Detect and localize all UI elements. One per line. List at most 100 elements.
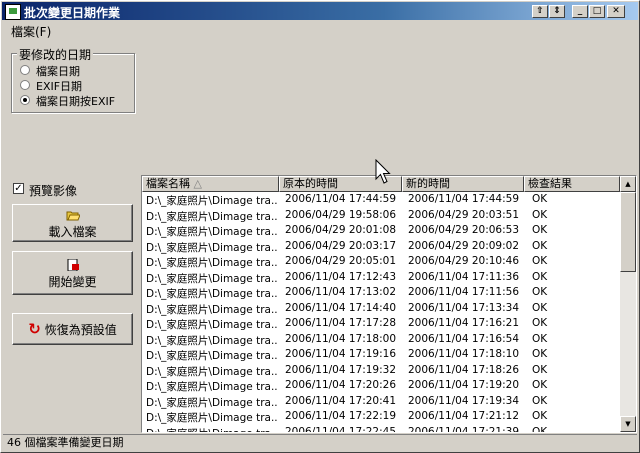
cell-new-time: 2006/11/04 17:18:10 [408, 348, 520, 360]
cell-check-result: OK [532, 301, 548, 314]
table-row[interactable]: D:\_家庭照片\Dimage tra... 2006/11/04 17:17:2… [142, 316, 620, 332]
cell-original-time: 2006/11/04 17:14:40 [285, 301, 397, 314]
table-row[interactable]: D:\_家庭照片\Dimage tra... 2006/11/04 17:14:4… [142, 301, 620, 317]
table-row[interactable]: D:\_家庭照片\Dimage tra... 2006/11/04 17:22:4… [142, 425, 620, 433]
cell-filename: D:\_家庭照片\Dimage tra... [146, 303, 278, 316]
table-row[interactable]: D:\_家庭照片\Dimage tra... 2006/11/04 17:44:5… [142, 192, 620, 208]
table-body: D:\_家庭照片\Dimage tra... 2006/11/04 17:44:5… [142, 192, 620, 433]
vertical-scrollbar[interactable]: ▲ ▼ [620, 176, 636, 432]
cell-check-result: OK [532, 332, 548, 345]
column-header-filename[interactable]: 檔案名稱 △ [142, 176, 279, 192]
table-row[interactable]: D:\_家庭照片\Dimage tra... 2006/11/04 17:18:0… [142, 332, 620, 348]
cell-filename: D:\_家庭照片\Dimage tra... [146, 426, 278, 433]
checkbox-box[interactable]: ✓ [13, 183, 24, 194]
cell-original-time: 2006/11/04 17:19:32 [285, 363, 397, 376]
menu-file[interactable]: 檔案(F) [3, 22, 59, 41]
cell-new-time: 2006/11/04 17:19:20 [408, 379, 520, 391]
table-row[interactable]: D:\_家庭照片\Dimage tra... 2006/04/29 20:03:1… [142, 239, 620, 255]
cell-original-time: 2006/11/04 17:17:28 [285, 317, 397, 329]
table-row[interactable]: D:\_家庭照片\Dimage tra... 2006/11/04 17:22:1… [142, 409, 620, 425]
close-button[interactable]: ✕ [607, 5, 625, 18]
start-change-button[interactable]: 開始變更 [12, 251, 133, 295]
header-label: 原本的時間 [283, 177, 338, 190]
cell-new-time: 2006/04/29 20:06:53 [408, 224, 520, 236]
cell-check-result: OK [532, 410, 548, 422]
cell-filename: D:\_家庭照片\Dimage tra... [146, 319, 278, 331]
reset-defaults-button[interactable]: ↻ 恢復為預設值 [12, 313, 133, 345]
cell-check-result: OK [532, 425, 548, 433]
refresh-icon: ↻ [28, 320, 41, 338]
radio-label: EXIF日期 [36, 80, 83, 93]
cell-original-time: 2006/11/04 17:18:00 [285, 332, 397, 345]
table-row[interactable]: D:\_家庭照片\Dimage tra... 2006/04/29 20:01:0… [142, 223, 620, 239]
table-row[interactable]: D:\_家庭照片\Dimage tra... 2006/04/29 19:58:0… [142, 208, 620, 224]
cell-original-time: 2006/04/29 19:58:06 [285, 208, 397, 221]
cell-filename: D:\_家庭照片\Dimage tra... [146, 334, 278, 347]
column-header-new-time[interactable]: 新的時間 [402, 176, 524, 192]
cell-filename: D:\_家庭照片\Dimage tra... [146, 288, 278, 300]
title-bar[interactable]: 批次變更日期作業 ⇧ ⇕ _ □ ✕ [2, 2, 638, 20]
restore-alt-button[interactable]: ⇧ [532, 5, 548, 18]
maximize-button[interactable]: □ [589, 5, 605, 18]
calendar-icon [5, 4, 21, 20]
file-list-table[interactable]: 檔案名稱 △ 原本的時間 新的時間 檢查結果 D:\_家庭照片\Dimage t… [141, 175, 637, 433]
cell-original-time: 2006/11/04 17:20:41 [285, 394, 397, 407]
cell-new-time: 2006/11/04 17:19:34 [408, 394, 520, 407]
radio-dot[interactable] [20, 80, 30, 90]
cell-new-time: 2006/04/29 20:03:51 [408, 208, 520, 221]
cell-check-result: OK [532, 317, 548, 329]
cell-check-result: OK [532, 239, 548, 252]
cell-filename: D:\_家庭照片\Dimage tra... [146, 381, 278, 393]
status-bar: 46 個檔案準備變更日期 [3, 434, 637, 451]
cell-new-time: 2006/11/04 17:21:12 [408, 410, 520, 422]
table-row[interactable]: D:\_家庭照片\Dimage tra... 2006/04/29 20:05:0… [142, 254, 620, 270]
cell-filename: D:\_家庭照片\Dimage tra... [146, 257, 278, 269]
cell-filename: D:\_家庭照片\Dimage tra... [146, 350, 278, 362]
cell-check-result: OK [532, 208, 548, 221]
scroll-thumb[interactable] [620, 192, 636, 272]
table-row[interactable]: D:\_家庭照片\Dimage tra... 2006/11/04 17:19:3… [142, 363, 620, 379]
cell-check-result: OK [532, 286, 548, 298]
cell-new-time: 2006/11/04 17:21:39 [408, 425, 520, 433]
window-title: 批次變更日期作業 [24, 6, 121, 20]
minimize-button[interactable]: _ [572, 5, 588, 18]
cell-original-time: 2006/11/04 17:44:59 [285, 193, 397, 205]
cell-new-time: 2006/11/04 17:11:36 [408, 270, 520, 283]
sort-up-icon: △ [193, 177, 202, 190]
load-files-button[interactable]: 載入檔案 [12, 204, 133, 242]
radio-dot[interactable] [20, 95, 30, 105]
cell-filename: D:\_家庭照片\Dimage tra... [146, 412, 278, 424]
cell-original-time: 2006/04/29 20:01:08 [285, 224, 397, 236]
scroll-up-button[interactable]: ▲ [620, 176, 636, 192]
table-row[interactable]: D:\_家庭照片\Dimage tra... 2006/11/04 17:19:1… [142, 347, 620, 363]
document-red-icon [67, 259, 79, 271]
table-row[interactable]: D:\_家庭照片\Dimage tra... 2006/11/04 17:20:4… [142, 394, 620, 410]
cell-new-time: 2006/04/29 20:09:02 [408, 239, 520, 252]
radio-dot[interactable] [20, 65, 30, 75]
table-row[interactable]: D:\_家庭照片\Dimage tra... 2006/11/04 17:13:0… [142, 285, 620, 301]
scroll-down-button[interactable]: ▼ [620, 416, 636, 432]
date-type-legend: 要修改的日期 [17, 46, 94, 63]
folder-open-icon [66, 211, 80, 221]
table-row[interactable]: D:\_家庭照片\Dimage tra... 2006/11/04 17:12:4… [142, 270, 620, 286]
cell-check-result: OK [532, 348, 548, 360]
cell-check-result: OK [532, 394, 548, 407]
cell-filename: D:\_家庭照片\Dimage tra... [146, 272, 278, 285]
cell-new-time: 2006/11/04 17:11:56 [408, 286, 520, 298]
column-header-check-result[interactable]: 檢查結果 [524, 176, 620, 192]
table-row[interactable]: D:\_家庭照片\Dimage tra... 2006/11/04 17:20:2… [142, 378, 620, 394]
menu-bar: 檔案(F) [3, 22, 59, 41]
cell-new-time: 2006/11/04 17:16:21 [408, 317, 520, 329]
rollup-button[interactable]: ⇕ [549, 5, 565, 18]
cell-new-time: 2006/11/04 17:18:26 [408, 363, 520, 376]
header-label: 檢查結果 [528, 177, 572, 190]
cell-original-time: 2006/11/04 17:22:19 [285, 410, 397, 422]
cell-check-result: OK [532, 379, 548, 391]
cell-filename: D:\_家庭照片\Dimage tra... [146, 195, 278, 207]
status-text: 46 個檔案準備變更日期 [7, 436, 124, 449]
cell-new-time: 2006/11/04 17:13:34 [408, 301, 520, 314]
header-label: 新的時間 [406, 177, 450, 190]
cell-filename: D:\_家庭照片\Dimage tra... [146, 365, 278, 378]
mouse-pointer-icon [375, 159, 391, 184]
cell-check-result: OK [532, 224, 548, 236]
